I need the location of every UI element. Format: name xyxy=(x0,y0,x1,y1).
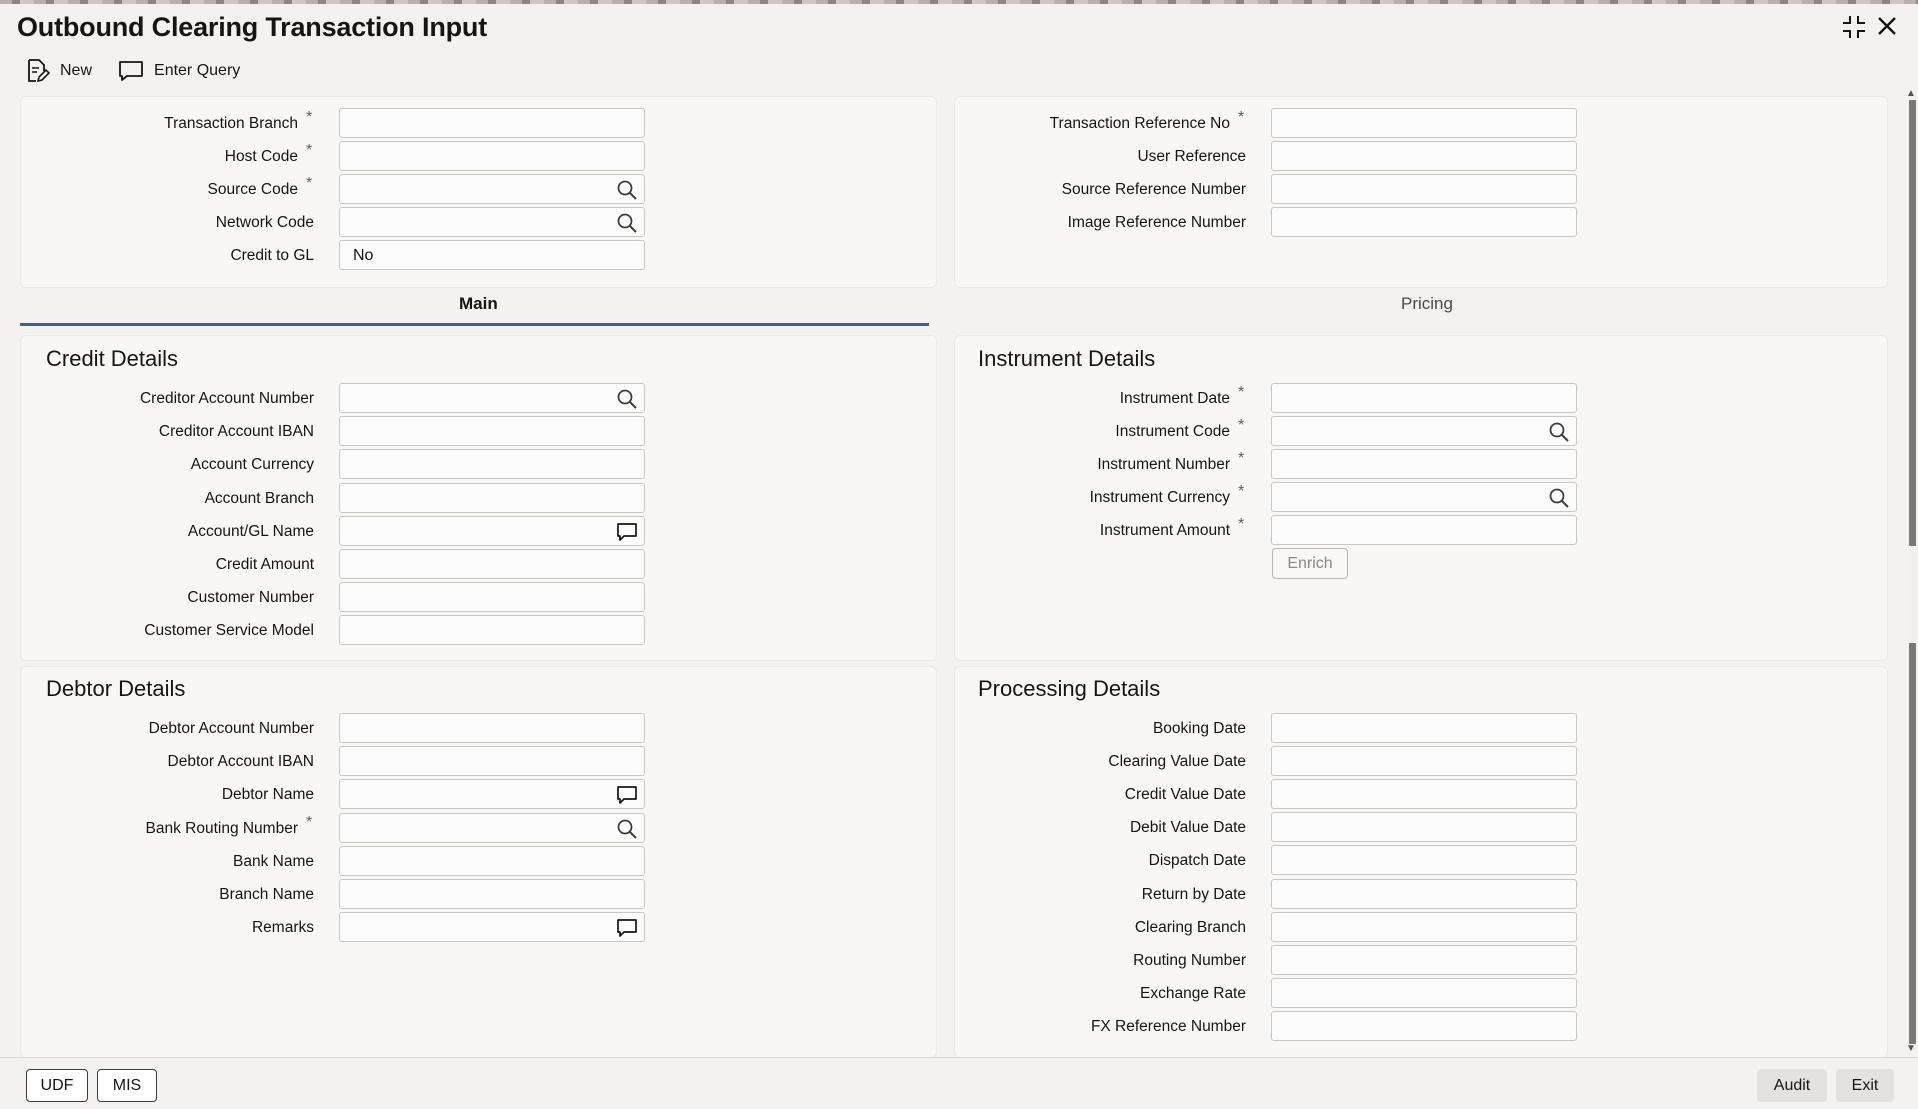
scroll-down-icon[interactable]: ▼ xyxy=(1906,1043,1916,1054)
tab-pricing[interactable]: Pricing xyxy=(1401,294,1453,314)
toolbar: New Enter Query xyxy=(24,56,240,86)
enter-query-label: Enter Query xyxy=(154,62,241,79)
instrument-amount-label: Instrument Amount xyxy=(1099,522,1230,539)
instrument-code-required-marker: * xyxy=(1238,417,1245,434)
instrument-details-title: Instrument Details xyxy=(978,346,1156,371)
instrument-amount-field[interactable] xyxy=(1271,515,1577,545)
image-reference-number-field[interactable] xyxy=(1271,207,1577,237)
routing-number-field[interactable] xyxy=(1271,944,1577,975)
maximize-icon[interactable] xyxy=(1841,14,1867,44)
user-reference-label: User Reference xyxy=(1137,148,1246,165)
active-tab-indicator xyxy=(20,323,929,326)
credit-to-gl-label: Credit to GL xyxy=(230,247,314,264)
enter-query-button[interactable]: Enter Query xyxy=(118,59,240,83)
new-label: New xyxy=(60,62,93,79)
page-title: Outbound Clearing Transaction Input xyxy=(17,12,487,42)
credit-details-title: Credit Details xyxy=(46,346,179,371)
credit-value-date-field[interactable] xyxy=(1271,779,1577,810)
instrument-currency-required-marker: * xyxy=(1238,483,1245,500)
return-by-date-label: Return by Date xyxy=(1141,885,1246,903)
routing-number-label: Routing Number xyxy=(1133,951,1246,969)
search-icon[interactable] xyxy=(1548,421,1570,443)
transaction-reference-no-label: Transaction Reference No xyxy=(1049,115,1230,132)
fx-reference-number-field[interactable] xyxy=(1271,1010,1577,1041)
mis-button[interactable]: MIS xyxy=(97,1069,157,1102)
booking-date-label: Booking Date xyxy=(1152,720,1246,737)
instrument-amount-required-marker: * xyxy=(1238,516,1245,533)
exchange-rate-label: Exchange Rate xyxy=(1140,984,1246,1002)
customer-number-field[interactable] xyxy=(339,582,645,613)
transaction-reference-no-field[interactable] xyxy=(1271,108,1577,138)
instrument-number-required-marker: * xyxy=(1238,450,1245,467)
source-reference-number-field[interactable] xyxy=(1271,174,1577,204)
credit-value-date-label: Credit Value Date xyxy=(1124,786,1246,804)
credit-amount-label: Credit Amount xyxy=(215,556,314,573)
clearing-branch-label: Clearing Branch xyxy=(1134,918,1246,936)
exit-button[interactable]: Exit xyxy=(1836,1069,1894,1102)
tab-main[interactable]: Main xyxy=(459,294,498,314)
instrument-date-required-marker: * xyxy=(1238,384,1245,401)
udf-button[interactable]: UDF xyxy=(26,1069,88,1102)
audit-button[interactable]: Audit xyxy=(1757,1069,1827,1102)
maximize-glyph xyxy=(1843,16,1865,38)
new-button[interactable]: New xyxy=(24,58,92,84)
debit-value-date-label: Debit Value Date xyxy=(1129,819,1246,837)
new-document-icon xyxy=(28,59,50,83)
close-icon[interactable] xyxy=(1875,14,1899,42)
decorative-top-strip xyxy=(0,0,1918,4)
tab-bar: Main Pricing xyxy=(0,286,1918,326)
credit-to-gl-value: No xyxy=(353,247,374,264)
scroll-up-icon[interactable]: ▲ xyxy=(1906,88,1916,99)
scrollbar-thumb-lower[interactable] xyxy=(1909,643,1916,1044)
instrument-currency-field[interactable] xyxy=(1271,482,1577,512)
clearing-branch-field[interactable] xyxy=(1271,911,1577,942)
enrich-button[interactable]: Enrich xyxy=(1272,548,1348,579)
booking-date-field[interactable] xyxy=(1271,713,1577,743)
instrument-number-label: Instrument Number xyxy=(1097,456,1230,473)
debtor-details-title: Debtor Details xyxy=(46,676,186,701)
dispatch-date-field[interactable] xyxy=(1271,845,1577,876)
instrument-date-field[interactable] xyxy=(1271,383,1577,413)
footer-bar: UDF MIS Audit Exit xyxy=(0,1057,1918,1109)
query-comment-icon xyxy=(119,61,143,81)
debit-value-date-field[interactable] xyxy=(1271,812,1577,843)
instrument-date-label: Instrument Date xyxy=(1119,390,1230,407)
instrument-code-label: Instrument Code xyxy=(1115,423,1230,440)
user-reference-field[interactable] xyxy=(1271,141,1577,171)
transaction-reference-no-required-marker: * xyxy=(1238,109,1245,126)
fx-reference-number-label: FX Reference Number xyxy=(1090,1017,1246,1035)
instrument-number-field[interactable] xyxy=(1271,449,1577,479)
customer-service-model-label: Customer Service Model xyxy=(144,622,314,640)
source-reference-number-label: Source Reference Number xyxy=(1061,181,1246,198)
instrument-currency-label: Instrument Currency xyxy=(1089,489,1230,506)
exchange-rate-field[interactable] xyxy=(1271,977,1577,1008)
search-icon[interactable] xyxy=(1548,487,1570,509)
scrollbar-thumb[interactable] xyxy=(1909,100,1916,546)
return-by-date-field[interactable] xyxy=(1271,878,1577,909)
dispatch-date-label: Dispatch Date xyxy=(1148,852,1246,870)
processing-details-title: Processing Details xyxy=(978,676,1161,701)
clearing-value-date-label: Clearing Value Date xyxy=(1108,753,1246,771)
credit-amount-field[interactable] xyxy=(339,549,645,579)
instrument-code-field[interactable] xyxy=(1271,416,1577,446)
customer-number-label: Customer Number xyxy=(187,589,314,607)
image-reference-number-label: Image Reference Number xyxy=(1067,214,1246,231)
close-glyph xyxy=(1878,17,1896,35)
clearing-value-date-field[interactable] xyxy=(1271,746,1577,777)
customer-service-model-field[interactable] xyxy=(339,615,645,646)
credit-to-gl-field[interactable]: No xyxy=(339,240,645,270)
